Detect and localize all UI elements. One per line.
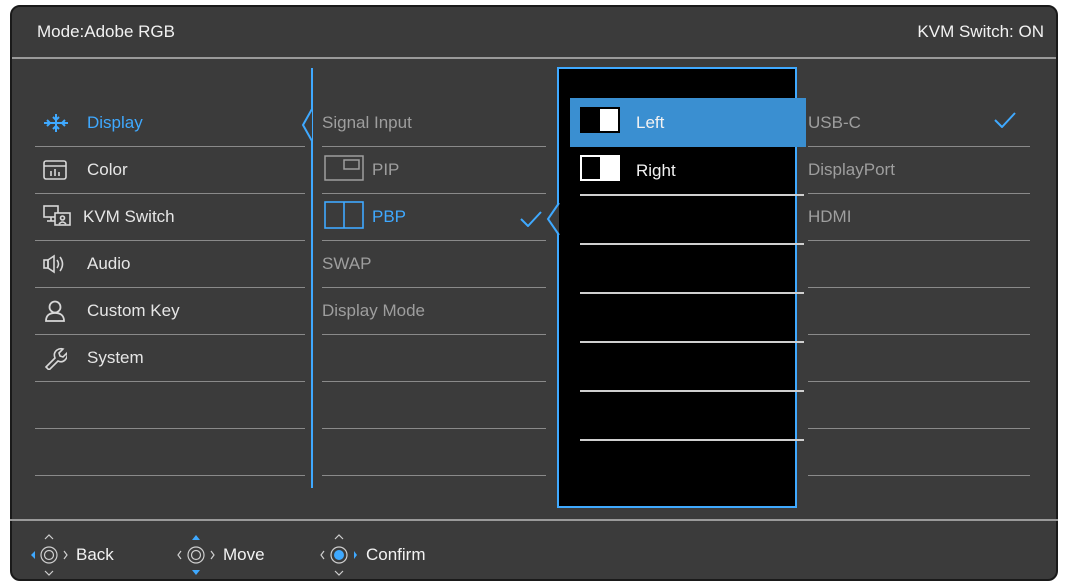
option-empty bbox=[580, 294, 804, 343]
submenu-item-empty bbox=[322, 429, 546, 476]
color-mode-label: Mode:Adobe RGB bbox=[37, 22, 175, 41]
confirm-label: Confirm bbox=[366, 545, 426, 564]
check-icon bbox=[994, 112, 1016, 128]
submenu-item-label: SWAP bbox=[322, 254, 372, 273]
menu-item-label: Display bbox=[87, 113, 143, 132]
audio-icon bbox=[43, 252, 79, 276]
option-empty bbox=[580, 196, 804, 245]
option-left[interactable]: Left bbox=[570, 98, 806, 147]
menu-item-label: Custom Key bbox=[87, 301, 180, 320]
option-empty bbox=[580, 392, 804, 441]
source-label: HDMI bbox=[808, 207, 852, 226]
source-empty bbox=[808, 241, 1030, 288]
menu-item-label: KVM Switch bbox=[83, 207, 175, 226]
joystick-back-icon bbox=[31, 534, 68, 576]
source-label: USB-C bbox=[808, 113, 861, 132]
wrench-icon bbox=[43, 346, 79, 370]
active-pointer-icon bbox=[301, 108, 313, 142]
submenu-item-label: Display Mode bbox=[322, 301, 425, 320]
display-icon bbox=[43, 111, 79, 135]
color-icon bbox=[43, 158, 79, 182]
submenu-item-empty bbox=[322, 335, 546, 382]
menu-item-color[interactable]: Color bbox=[35, 147, 305, 194]
submenu-item-swap[interactable]: SWAP bbox=[322, 241, 546, 288]
source-displayport[interactable]: DisplayPort bbox=[808, 147, 1030, 194]
submenu-item-signal-input[interactable]: Signal Input bbox=[322, 100, 546, 147]
joystick-move-icon bbox=[177, 535, 215, 575]
option-empty bbox=[580, 245, 804, 294]
back-label: Back bbox=[76, 545, 114, 564]
menu-item-display[interactable]: Display bbox=[35, 100, 305, 147]
source-hdmi[interactable]: HDMI bbox=[808, 194, 1030, 241]
menu-item-kvm-switch[interactable]: KVM Switch bbox=[35, 194, 305, 241]
pbp-left-icon bbox=[580, 107, 620, 138]
option-label: Left bbox=[636, 112, 665, 132]
source-label: DisplayPort bbox=[808, 160, 895, 179]
kvm-status-label: KVM Switch: ON bbox=[917, 22, 1044, 41]
nav-confirm[interactable]: Confirm bbox=[320, 533, 426, 577]
submenu-item-pip[interactable]: PIP bbox=[322, 147, 546, 194]
nav-move[interactable]: Move bbox=[177, 533, 265, 577]
user-icon bbox=[43, 299, 79, 323]
footer-divider bbox=[10, 519, 1058, 521]
source-usb-c[interactable]: USB-C bbox=[808, 100, 1030, 147]
submenu-item-pbp[interactable]: PBP bbox=[322, 194, 546, 241]
source-empty bbox=[808, 382, 1030, 429]
menu-item-system[interactable]: System bbox=[35, 335, 305, 382]
menu-item-label: System bbox=[87, 348, 144, 367]
kvm-switch-icon bbox=[43, 205, 79, 229]
option-empty bbox=[580, 343, 804, 392]
menu-item-empty bbox=[35, 429, 305, 476]
submenu-item-display-mode[interactable]: Display Mode bbox=[322, 288, 546, 335]
source-empty bbox=[808, 429, 1030, 476]
pip-icon bbox=[324, 154, 364, 186]
source-empty bbox=[808, 335, 1030, 382]
pbp-icon bbox=[324, 200, 364, 234]
option-label: Right bbox=[636, 160, 676, 180]
menu-item-label: Color bbox=[87, 160, 128, 179]
header-bar: Mode:Adobe RGB KVM Switch: ON bbox=[12, 7, 1056, 59]
submenu-item-label: PBP bbox=[372, 207, 407, 226]
menu-item-label: Audio bbox=[87, 254, 131, 273]
move-label: Move bbox=[223, 545, 265, 564]
submenu-item-empty bbox=[322, 382, 546, 429]
menu-item-audio[interactable]: Audio bbox=[35, 241, 305, 288]
option-right[interactable]: Right bbox=[580, 147, 804, 196]
source-empty bbox=[808, 288, 1030, 335]
submenu-item-label: Signal Input bbox=[322, 113, 412, 132]
menu-item-empty bbox=[35, 382, 305, 429]
joystick-confirm-icon bbox=[320, 534, 357, 576]
check-icon bbox=[520, 211, 542, 227]
pbp-right-icon bbox=[580, 155, 620, 186]
menu-item-custom-key[interactable]: Custom Key bbox=[35, 288, 305, 335]
submenu-item-label: PIP bbox=[372, 160, 400, 179]
active-pointer-icon bbox=[546, 202, 560, 236]
nav-back[interactable]: Back bbox=[30, 533, 114, 577]
